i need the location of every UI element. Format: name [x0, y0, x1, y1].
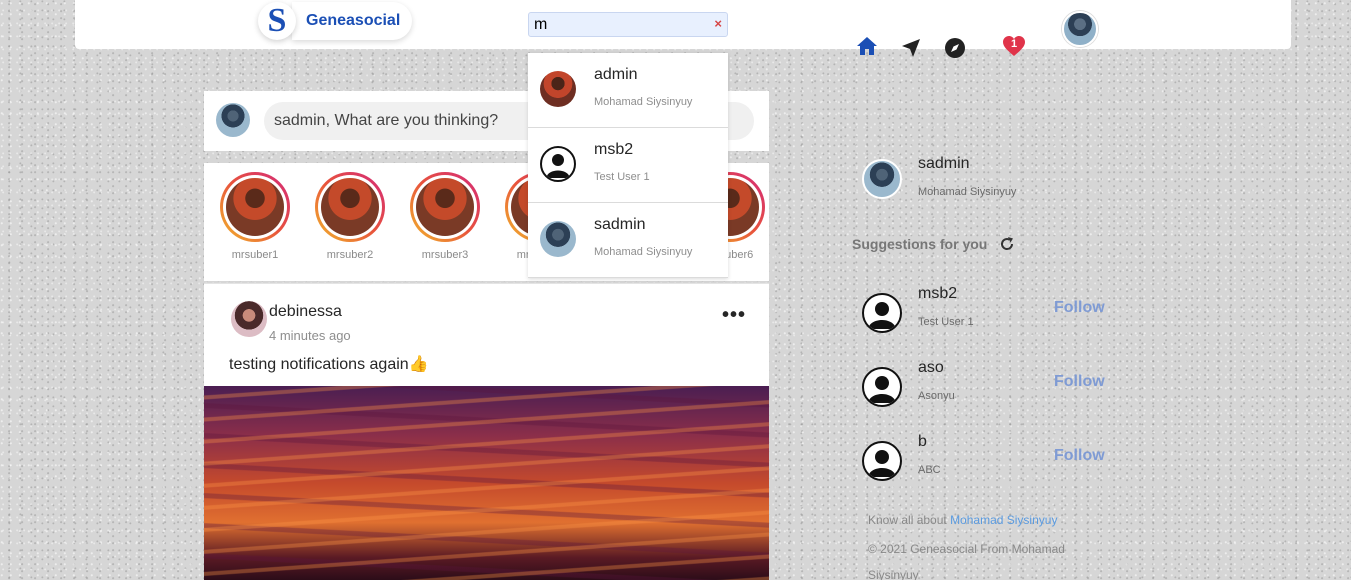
suggestion-username[interactable]: b [918, 433, 927, 451]
search-box: × [528, 12, 728, 37]
footer-copyright: © 2021 Geneasocial From Mohamad Siysinyu… [868, 542, 1065, 580]
post-image[interactable] [204, 386, 769, 580]
search-result-item[interactable]: sadmin Mohamad Siysinyuy [528, 203, 728, 278]
search-result-item[interactable]: msb2 Test User 1 [528, 128, 728, 203]
author-link[interactable]: Mohamad Siysinyuy [950, 513, 1057, 527]
default-avatar-icon[interactable] [862, 293, 902, 333]
brand-name[interactable]: Geneasocial [292, 1, 413, 40]
suggestion-fullname: Test User 1 [918, 316, 974, 328]
suggestions-header: Suggestions for you [852, 236, 1015, 252]
search-clear-icon[interactable]: × [714, 16, 722, 31]
follow-button[interactable]: Follow [1054, 373, 1105, 391]
brand-logo[interactable]: S [258, 1, 296, 40]
suggestion-item: msb2 Test User 1 Follow [862, 285, 1122, 335]
result-username: sadmin [594, 216, 646, 233]
suggestion-fullname: ABC [918, 464, 941, 476]
brand[interactable]: S Geneasocial [258, 0, 413, 41]
explore-icon[interactable] [943, 36, 967, 60]
search-input[interactable] [529, 13, 709, 36]
notification-count: 1 [1010, 38, 1018, 50]
suggestion-username[interactable]: aso [918, 359, 944, 377]
suggestions-title: Suggestions for you [852, 236, 988, 252]
story-name: mrsuber2 [326, 249, 374, 261]
current-username[interactable]: sadmin [918, 155, 970, 173]
default-avatar-icon[interactable] [862, 441, 902, 481]
result-fullname: Test User 1 [594, 171, 650, 183]
story-name: mrsuber1 [231, 249, 279, 261]
post-timestamp: 4 minutes ago [269, 328, 351, 343]
result-fullname: Mohamad Siysinyuy [594, 246, 693, 258]
profile-avatar[interactable] [1062, 11, 1098, 47]
story-item[interactable]: mrsuber1 [216, 172, 294, 261]
story-name: mrsuber3 [421, 249, 469, 261]
notifications-icon[interactable]: 1 [1002, 34, 1026, 58]
story-item[interactable]: mrsuber3 [406, 172, 484, 261]
suggestion-fullname: Asonyu [918, 390, 955, 402]
refresh-icon[interactable] [999, 236, 1015, 252]
story-ring [410, 172, 480, 242]
follow-button[interactable]: Follow [1054, 299, 1105, 317]
story-ring [220, 172, 290, 242]
avatar [216, 103, 250, 137]
avatar[interactable] [862, 159, 902, 199]
avatar [540, 221, 576, 257]
suggestion-item: aso Asonyu Follow [862, 359, 1122, 409]
result-username: admin [594, 66, 638, 83]
feed-post: debinessa 4 minutes ago ••• testing noti… [204, 283, 769, 580]
more-options-icon[interactable]: ••• [722, 305, 746, 325]
direct-icon[interactable] [899, 36, 923, 60]
suggestion-username[interactable]: msb2 [918, 285, 957, 303]
current-fullname: Mohamad Siysinyuy [918, 186, 1017, 198]
follow-button[interactable]: Follow [1054, 447, 1105, 465]
result-fullname: Mohamad Siysinyuy [594, 96, 693, 108]
avatar[interactable] [231, 301, 267, 337]
footer-about: Know all about Mohamad Siysinyuy [868, 513, 1057, 527]
suggestion-item: b ABC Follow [862, 433, 1122, 483]
story-ring [315, 172, 385, 242]
avatar [226, 178, 284, 236]
default-avatar-icon [540, 146, 576, 182]
search-result-item[interactable]: admin Mohamad Siysinyuy [528, 53, 728, 128]
story-item[interactable]: mrsuber2 [311, 172, 389, 261]
home-icon[interactable] [855, 34, 879, 58]
result-username: msb2 [594, 141, 634, 158]
post-caption: testing notifications again👍 [229, 356, 429, 373]
avatar [540, 71, 576, 107]
search-results-dropdown: admin Mohamad Siysinyuy msb2 Test User 1… [528, 53, 728, 278]
post-username[interactable]: debinessa [269, 303, 342, 321]
default-avatar-icon[interactable] [862, 367, 902, 407]
footer-about-prefix: Know all about [868, 513, 951, 527]
avatar [416, 178, 474, 236]
avatar [321, 178, 379, 236]
